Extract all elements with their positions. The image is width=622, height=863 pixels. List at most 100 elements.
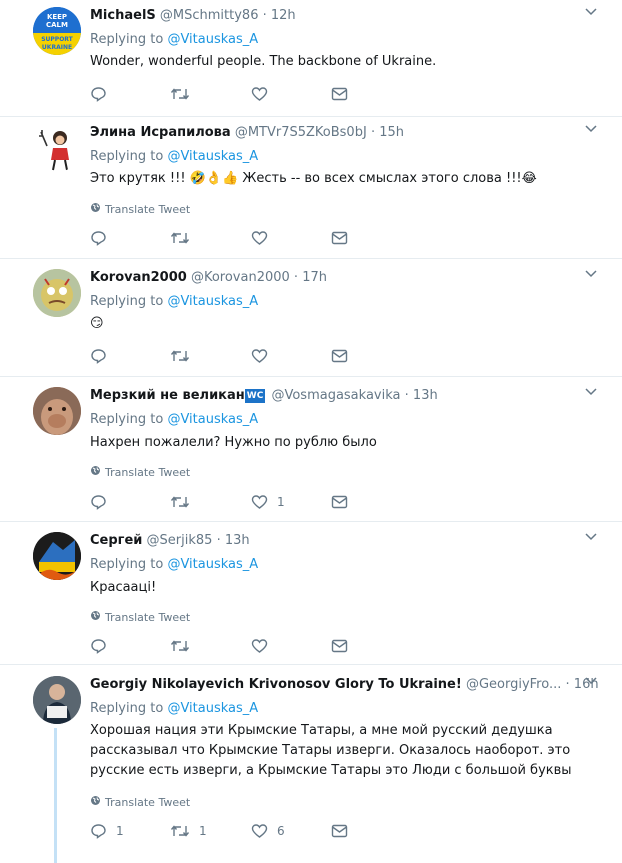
like-button[interactable] xyxy=(251,230,268,246)
retweet-icon xyxy=(170,86,190,102)
tweet-text: Хорошая нация эти Крымские Татары, а мне… xyxy=(90,723,572,778)
reply-button[interactable]: 1 xyxy=(90,823,124,839)
chevron-down-icon[interactable] xyxy=(584,5,598,23)
like-count: 6 xyxy=(277,824,285,838)
replying-prefix: Replying to xyxy=(90,557,164,572)
replying-to: Replying to @Vitauskas_A xyxy=(90,149,258,165)
author-handle[interactable]: @MSchmitty86 xyxy=(160,8,259,23)
tweet[interactable]: Сергей @Serjik85 · 13h Replying to @Vita… xyxy=(0,522,622,665)
avatar[interactable] xyxy=(33,124,81,172)
author-name[interactable]: Мерзкий не великан xyxy=(90,388,245,403)
author-handle[interactable]: @MTVr7S5ZKoBs0bJ xyxy=(235,125,367,140)
reply-icon xyxy=(90,638,107,654)
like-button[interactable] xyxy=(251,86,268,102)
author-handle[interactable]: @Vosmagasakavika xyxy=(271,388,400,403)
mention-link[interactable]: @Vitauskas_A xyxy=(167,32,258,47)
translate-tweet-link[interactable]: Translate Tweet xyxy=(90,795,190,810)
globe-icon xyxy=(90,795,101,810)
mention-link[interactable]: @Vitauskas_A xyxy=(167,149,258,164)
direct-message-button[interactable] xyxy=(331,823,348,839)
author-handle[interactable]: @Korovan2000 xyxy=(191,270,290,285)
separator-dot: · xyxy=(262,8,267,23)
chevron-down-icon[interactable] xyxy=(584,267,598,285)
direct-message-button[interactable] xyxy=(331,230,348,246)
direct-message-button[interactable] xyxy=(331,494,348,510)
like-count: 1 xyxy=(277,495,285,509)
retweet-button[interactable]: 1 xyxy=(170,823,207,839)
replying-to: Replying to @Vitauskas_A xyxy=(90,701,258,717)
chevron-down-icon[interactable] xyxy=(584,122,598,140)
like-button[interactable]: 1 xyxy=(251,494,285,510)
heart-icon xyxy=(251,230,268,246)
chevron-down-icon[interactable] xyxy=(584,385,598,403)
tweet-header: Korovan2000 @Korovan2000 · 17h xyxy=(90,270,327,286)
reply-button[interactable] xyxy=(90,348,107,364)
like-button[interactable]: 6 xyxy=(251,823,285,839)
like-button[interactable] xyxy=(251,638,268,654)
translate-tweet-link[interactable]: Translate Tweet xyxy=(90,202,190,217)
direct-message-button[interactable] xyxy=(331,638,348,654)
tweet-actions xyxy=(90,348,380,368)
retweet-button[interactable] xyxy=(170,494,190,510)
avatar[interactable] xyxy=(33,269,81,317)
replying-prefix: Replying to xyxy=(90,149,164,164)
like-button[interactable] xyxy=(251,348,268,364)
translate-tweet-link[interactable]: Translate Tweet xyxy=(90,610,190,625)
separator-dot: · xyxy=(565,677,570,692)
author-name[interactable]: Georgiy Nikolayevich Krivonosov Glory To… xyxy=(90,677,462,692)
reply-icon xyxy=(90,230,107,246)
reply-button[interactable] xyxy=(90,638,107,654)
envelope-icon xyxy=(331,494,348,510)
author-name[interactable]: Сергей xyxy=(90,533,142,548)
chevron-down-icon[interactable] xyxy=(584,530,598,548)
mention-link[interactable]: @Vitauskas_A xyxy=(167,701,258,716)
author-name[interactable]: Korovan2000 xyxy=(90,270,187,285)
replying-to: Replying to @Vitauskas_A xyxy=(90,412,258,428)
svg-text:CALM: CALM xyxy=(46,21,68,29)
retweet-button[interactable] xyxy=(170,86,190,102)
mention-link[interactable]: @Vitauskas_A xyxy=(167,412,258,427)
author-handle[interactable]: @Serjik85 xyxy=(147,533,213,548)
timestamp[interactable]: 13h xyxy=(225,533,250,548)
tweet[interactable]: Элина Исрапилова @MTVr7S5ZKoBs0bJ · 15h … xyxy=(0,117,622,259)
author-name[interactable]: MichaelS xyxy=(90,8,156,23)
tweet-actions: 1 xyxy=(90,494,380,514)
direct-message-button[interactable] xyxy=(331,348,348,364)
tweet[interactable]: Мерзкий не великан WC @Vosmagasakavika · … xyxy=(0,377,622,522)
tweet[interactable]: KEEP CALM SUPPORT UKRAINE MichaelS @MSch… xyxy=(0,0,622,117)
reply-icon xyxy=(90,348,107,364)
tweet[interactable]: Korovan2000 @Korovan2000 · 17h Replying … xyxy=(0,259,622,377)
reply-button[interactable] xyxy=(90,230,107,246)
timestamp[interactable]: 17h xyxy=(302,270,327,285)
avatar[interactable] xyxy=(33,676,81,724)
timestamp[interactable]: 12h xyxy=(271,8,296,23)
translate-label: Translate Tweet xyxy=(105,202,191,216)
avatar[interactable] xyxy=(33,532,81,580)
tweet-actions xyxy=(90,230,380,250)
avatar[interactable]: KEEP CALM SUPPORT UKRAINE xyxy=(33,7,81,55)
retweet-button[interactable] xyxy=(170,348,190,364)
retweet-button[interactable] xyxy=(170,230,190,246)
reply-button[interactable] xyxy=(90,494,107,510)
replying-prefix: Replying to xyxy=(90,294,164,309)
envelope-icon xyxy=(331,86,348,102)
replying-prefix: Replying to xyxy=(90,32,164,47)
timestamp[interactable]: 13h xyxy=(413,388,438,403)
heart-icon xyxy=(251,638,268,654)
tweet-header: MichaelS @MSchmitty86 · 12h xyxy=(90,8,296,24)
author-name[interactable]: Элина Исрапилова xyxy=(90,125,231,140)
tweet-actions xyxy=(90,86,380,106)
retweet-button[interactable] xyxy=(170,638,190,654)
reply-button[interactable] xyxy=(90,86,107,102)
tweet-header: Мерзкий не великан WC @Vosmagasakavika · … xyxy=(90,388,438,404)
timestamp[interactable]: 15h xyxy=(379,125,404,140)
chevron-down-icon[interactable] xyxy=(584,674,598,692)
mention-link[interactable]: @Vitauskas_A xyxy=(167,557,258,572)
mention-link[interactable]: @Vitauskas_A xyxy=(167,294,258,309)
avatar[interactable] xyxy=(33,387,81,435)
author-handle[interactable]: @GeorgiyFro... xyxy=(466,677,561,692)
translate-tweet-link[interactable]: Translate Tweet xyxy=(90,465,190,480)
retweet-count: 1 xyxy=(199,824,207,838)
direct-message-button[interactable] xyxy=(331,86,348,102)
tweet[interactable]: Georgiy Nikolayevich Krivonosov Glory To… xyxy=(0,665,622,863)
